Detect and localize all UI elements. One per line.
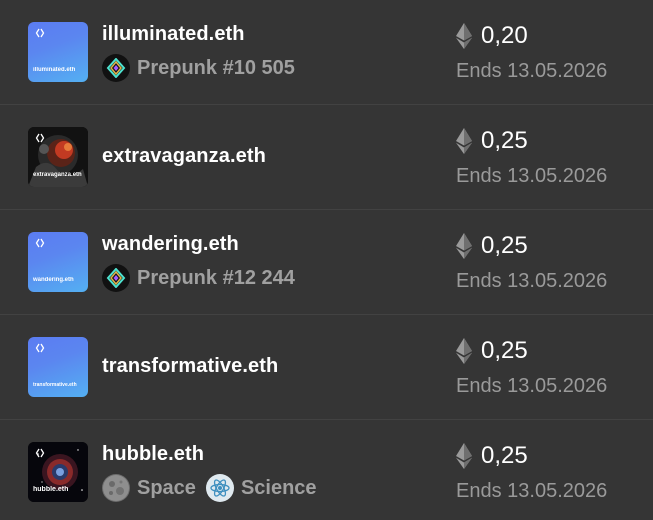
listing-list: illuminated.eth illuminated.eth Prepunk … xyxy=(0,0,653,520)
ens-logo-icon xyxy=(35,238,45,248)
ends-date: Ends 13.05.2026 xyxy=(456,165,608,187)
domain-thumbnail[interactable]: extravaganza.eth xyxy=(28,127,88,187)
thumbnail-label: transformative.eth xyxy=(33,382,77,388)
price: 0,25 xyxy=(456,127,528,155)
eth-icon xyxy=(456,338,472,364)
listing-row[interactable]: illuminated.eth illuminated.eth Prepunk … xyxy=(0,0,653,105)
eth-icon xyxy=(456,233,472,259)
eth-icon xyxy=(456,443,472,469)
price: 0,25 xyxy=(456,232,528,260)
price: 0,20 xyxy=(456,22,528,50)
prepunk-icon xyxy=(102,54,130,82)
tag-label: Prepunk #12 244 xyxy=(137,266,295,289)
thumbnail-label: hubble.eth xyxy=(33,486,69,493)
ends-date: Ends 13.05.2026 xyxy=(456,480,608,502)
domain-name[interactable]: illuminated.eth xyxy=(102,23,245,46)
tag-label: Space xyxy=(137,476,196,499)
domain-name[interactable]: transformative.eth xyxy=(102,355,278,378)
ends-date: Ends 13.05.2026 xyxy=(456,60,608,82)
domain-thumbnail[interactable]: illuminated.eth xyxy=(28,22,88,82)
price-value: 0,25 xyxy=(481,442,528,469)
thumbnail-label: extravaganza.eth xyxy=(33,172,82,178)
price-value: 0,25 xyxy=(481,127,528,154)
eth-icon xyxy=(456,23,472,49)
tag-prepunk[interactable]: Prepunk #10 505 xyxy=(102,54,295,82)
tag-list: Prepunk #12 244 xyxy=(102,264,305,292)
domain-thumbnail[interactable]: hubble.eth xyxy=(28,442,88,502)
eth-icon xyxy=(456,128,472,154)
ends-date: Ends 13.05.2026 xyxy=(456,375,608,397)
ens-logo-icon xyxy=(35,133,45,143)
domain-thumbnail[interactable]: wandering.eth xyxy=(28,232,88,292)
tag-label: Science xyxy=(240,476,317,499)
price-value: 0,20 xyxy=(481,22,528,49)
tag-label: Prepunk #10 505 xyxy=(137,56,295,79)
domain-name[interactable]: wandering.eth xyxy=(102,233,239,256)
ends-date: Ends 13.05.2026 xyxy=(456,270,608,292)
price-value: 0,25 xyxy=(481,337,528,364)
ens-logo-icon xyxy=(35,28,45,38)
thumbnail-label: illuminated.eth xyxy=(33,67,76,73)
listing-row[interactable]: wandering.eth wandering.eth Prepunk #12 … xyxy=(0,210,653,315)
moon-icon xyxy=(102,474,130,502)
ens-logo-icon xyxy=(35,343,45,353)
tag-list: Space Science xyxy=(102,474,327,502)
domain-name[interactable]: hubble.eth xyxy=(102,443,204,466)
listing-row[interactable]: hubble.eth hubble.eth Space Science 0,25… xyxy=(0,420,653,520)
tag-space[interactable]: Space xyxy=(102,474,196,502)
listing-row[interactable]: extravaganza.eth extravaganza.eth 0,25 E… xyxy=(0,105,653,210)
tag-list: Prepunk #10 505 xyxy=(102,54,305,82)
listing-row[interactable]: transformative.eth transformative.eth 0,… xyxy=(0,315,653,420)
ens-logo-icon xyxy=(35,448,45,458)
price-value: 0,25 xyxy=(481,232,528,259)
domain-name[interactable]: extravaganza.eth xyxy=(102,145,266,168)
tag-science[interactable]: Science xyxy=(205,474,317,502)
domain-thumbnail[interactable]: transformative.eth xyxy=(28,337,88,397)
prepunk-icon xyxy=(102,264,130,292)
tag-prepunk[interactable]: Prepunk #12 244 xyxy=(102,264,295,292)
price: 0,25 xyxy=(456,442,528,470)
thumbnail-label: wandering.eth xyxy=(33,277,74,283)
atom-icon xyxy=(205,474,234,502)
price: 0,25 xyxy=(456,337,528,365)
